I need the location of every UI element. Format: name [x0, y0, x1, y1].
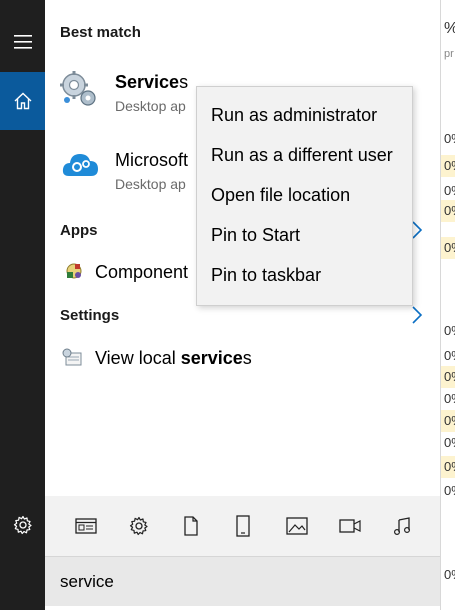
gear-icon[interactable]	[0, 505, 45, 545]
menu-item-pin-to-taskbar[interactable]: Pin to taskbar	[211, 265, 321, 286]
background-cell: 0%	[444, 323, 455, 338]
menu-item-pin-to-start[interactable]: Pin to Start	[211, 225, 300, 246]
result-subtitle: Desktop ap	[115, 176, 186, 192]
start-rail	[0, 0, 45, 610]
result-title: View local services	[95, 348, 252, 368]
menu-item-run-as-administrator[interactable]: Run as administrator	[211, 105, 377, 126]
background-cell: 0%	[441, 237, 455, 259]
component-services-icon	[63, 260, 85, 282]
home-icon[interactable]	[0, 72, 45, 130]
menu-item-open-file-location[interactable]: Open file location	[211, 185, 350, 206]
background-cell: 0%	[441, 200, 455, 222]
videos-filter-icon[interactable]	[338, 514, 362, 538]
microsoft-cloud-icon	[61, 148, 101, 180]
settings-heading: Settings	[60, 307, 120, 324]
background-cell: 0%	[444, 183, 455, 198]
music-filter-icon[interactable]	[390, 514, 414, 538]
result-subtitle: Desktop ap	[115, 98, 186, 114]
devices-filter-icon[interactable]	[231, 514, 255, 538]
settings-filter-icon[interactable]	[127, 514, 151, 538]
background-cell: 0%	[444, 567, 455, 582]
photos-filter-icon[interactable]	[285, 514, 309, 538]
search-query-text[interactable]: service	[60, 572, 114, 592]
background-window: % pr 0% 0% 0% 0% 0% 0% 0% 0% 0% 0% 0% 0%…	[440, 0, 455, 610]
background-header-text: %	[441, 16, 455, 42]
background-subheader-text: pr	[444, 48, 454, 60]
background-cell: 0%	[444, 483, 455, 498]
search-box[interactable]: service	[45, 556, 440, 606]
result-view-local-services[interactable]: View local services	[45, 342, 440, 376]
context-menu: Run as administrator Run as a different …	[196, 86, 413, 306]
menu-item-run-as-different-user[interactable]: Run as a different user	[211, 145, 393, 166]
apps-heading: Apps	[60, 222, 98, 239]
search-filter-bar	[45, 496, 440, 556]
background-cell: 0%	[444, 435, 455, 450]
background-cell: 0%	[441, 366, 455, 388]
best-match-heading: Best match	[60, 24, 141, 41]
chevron-right-icon[interactable]	[410, 306, 424, 324]
background-cell: 0%	[444, 131, 455, 146]
background-cell: 0%	[441, 456, 455, 478]
hamburger-icon[interactable]	[0, 22, 45, 62]
result-title: Services	[115, 72, 189, 92]
background-cell: 0%	[441, 155, 455, 177]
result-title: Microsoft	[115, 150, 189, 170]
background-cell: 0%	[444, 348, 455, 363]
services-app-icon	[59, 68, 99, 108]
background-cell: 0%	[441, 410, 455, 432]
result-title: Component	[95, 262, 189, 282]
documents-filter-icon[interactable]	[179, 514, 203, 538]
background-cell: 0%	[444, 391, 455, 406]
apps-filter-icon[interactable]	[74, 514, 98, 538]
local-services-icon	[61, 347, 83, 369]
